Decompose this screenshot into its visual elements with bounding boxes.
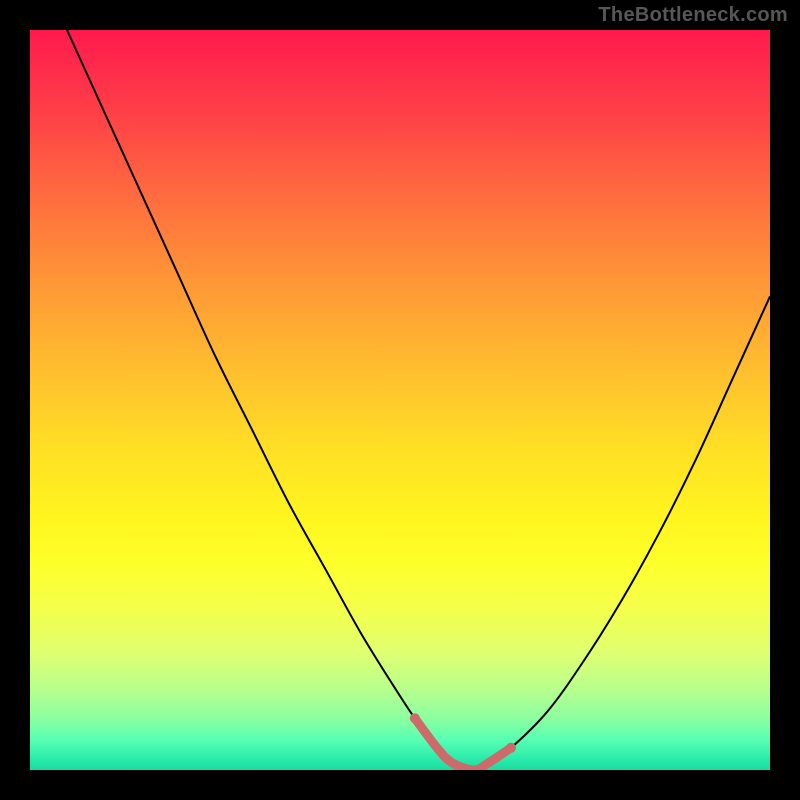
optimal-range-start-dot: [410, 713, 420, 723]
optimal-range-end-dot: [506, 743, 516, 753]
watermark-text: TheBottleneck.com: [598, 4, 788, 27]
plot-area: [30, 30, 770, 770]
optimal-range-highlight: [415, 718, 511, 770]
bottleneck-curve: [67, 30, 770, 770]
curve-svg: [30, 30, 770, 770]
chart-container: TheBottleneck.com: [0, 0, 800, 800]
